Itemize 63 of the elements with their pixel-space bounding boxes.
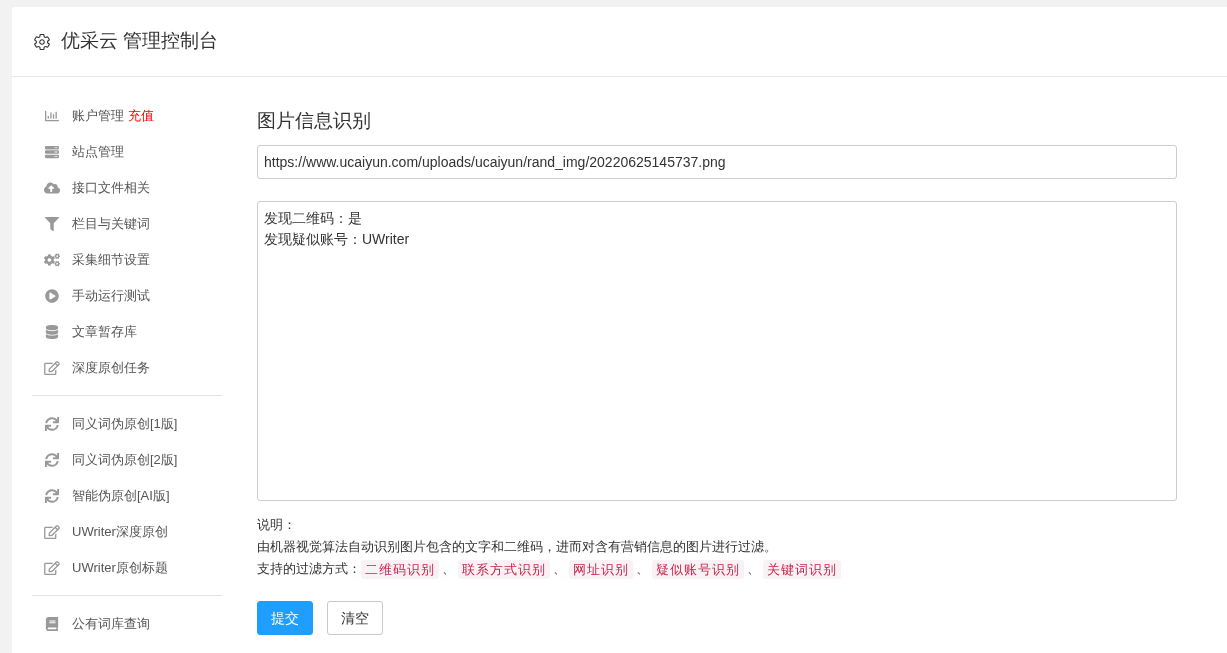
sidebar-label: UWriter原创标题 <box>72 559 168 578</box>
refresh-icon <box>44 489 60 503</box>
sidebar-label: 文章暂存库 <box>72 323 137 342</box>
recharge-link[interactable]: 充值 <box>128 106 154 126</box>
method-tag: 联系方式识别 <box>458 559 550 579</box>
sidebar-label: 站点管理 <box>72 143 124 162</box>
sidebar-item[interactable]: 公有词库查询 <box>32 606 222 642</box>
sidebar-item[interactable]: 站点管理 <box>32 134 222 170</box>
result-box[interactable]: 发现二维码：是 发现疑似账号：UWriter <box>257 201 1177 501</box>
sidebar-item[interactable]: 栏目与关键词 <box>32 206 222 242</box>
cloud-upload-icon <box>44 181 60 195</box>
method-tag: 二维码识别 <box>361 559 439 579</box>
sidebar-label: 同义词伪原创[1版] <box>72 415 178 434</box>
sidebar-item[interactable]: 同义词伪原创[2版] <box>32 442 222 478</box>
bar-chart-icon <box>44 109 60 123</box>
edit-icon <box>44 525 60 539</box>
sidebar-label: 手动运行测试 <box>72 287 150 306</box>
method-tag: 疑似账号识别 <box>652 559 744 579</box>
play-icon <box>44 289 60 303</box>
sidebar-item[interactable]: 账户管理 充值 <box>32 98 222 134</box>
refresh-icon <box>44 417 60 431</box>
url-field[interactable]: https://www.ucaiyun.com/uploads/ucaiyun/rand_img/20220625145737.png <box>257 145 1177 179</box>
section-title: 图片信息识别 <box>257 109 372 133</box>
separator: 、 <box>635 560 650 578</box>
sidebar-label: 采集细节设置 <box>72 251 150 270</box>
sidebar-label: 接口文件相关 <box>72 179 150 198</box>
edit-icon <box>44 561 60 575</box>
sidebar-label: 深度原创任务 <box>72 359 150 378</box>
separator: 、 <box>441 560 456 578</box>
notes-description: 由机器视觉算法自动识别图片包含的文字和二维码，进而对含有营销信息的图片进行过滤。 <box>257 538 778 556</box>
refresh-icon <box>44 453 60 467</box>
filter-icon <box>44 217 60 231</box>
book-icon <box>44 617 60 631</box>
console-title: 优采云 管理控制台 <box>61 29 219 54</box>
method-tag: 网址识别 <box>569 559 633 579</box>
result-line: 发现二维码：是 <box>264 209 362 228</box>
database-icon <box>44 325 60 339</box>
edit-icon <box>44 361 60 375</box>
settings-icon <box>33 32 51 51</box>
sidebar-item[interactable]: 智能伪原创[AI版] <box>32 478 222 514</box>
sidebar-label: 账户管理 <box>72 107 124 126</box>
sidebar-item[interactable]: 接口文件相关 <box>32 170 222 206</box>
sidebar-label: 栏目与关键词 <box>72 215 150 234</box>
sidebar-item[interactable]: 深度原创任务 <box>32 350 222 386</box>
notes-heading: 说明： <box>257 516 297 534</box>
separator: 、 <box>552 560 567 578</box>
sidebar-item[interactable]: 文章暂存库 <box>32 314 222 350</box>
sidebar-label: UWriter深度原创 <box>72 523 168 542</box>
sidebar-item[interactable]: UWriter深度原创 <box>32 514 222 550</box>
clear-button[interactable]: 清空 <box>327 601 383 635</box>
sidebar-label: 智能伪原创[AI版] <box>72 487 170 506</box>
sidebar-label: 同义词伪原创[2版] <box>72 451 178 470</box>
result-line: 发现疑似账号：UWriter <box>264 230 410 249</box>
methods-label: 支持的过滤方式： <box>257 560 361 578</box>
sidebar-item[interactable]: UWriter原创标题 <box>32 550 222 586</box>
method-tag: 关键词识别 <box>763 559 841 579</box>
sidebar-item[interactable]: 手动运行测试 <box>32 278 222 314</box>
server-icon <box>44 145 60 159</box>
gears-icon <box>44 253 60 267</box>
sidebar-label: 公有词库查询 <box>72 615 150 634</box>
separator: 、 <box>746 560 761 578</box>
sidebar-item[interactable]: 同义词伪原创[1版] <box>32 406 222 442</box>
sidebar-item[interactable]: 采集细节设置 <box>32 242 222 278</box>
